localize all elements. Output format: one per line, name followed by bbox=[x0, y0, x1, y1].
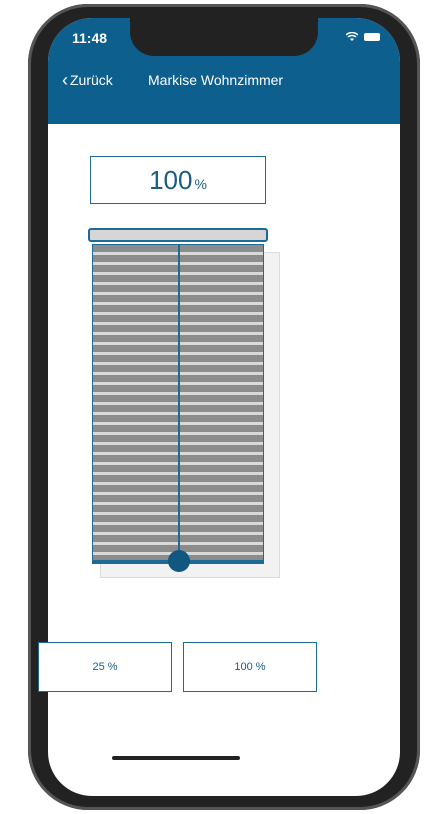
status-icons bbox=[346, 32, 380, 42]
chevron-left-icon: ‹ bbox=[62, 70, 68, 90]
preset-100-button[interactable]: 100 % bbox=[183, 642, 317, 692]
shade-rail bbox=[88, 228, 268, 242]
position-unit: % bbox=[194, 176, 207, 192]
shade-drag-handle[interactable] bbox=[168, 550, 190, 572]
battery-icon bbox=[364, 33, 380, 41]
position-value: 100 bbox=[149, 164, 193, 195]
preset-25-button[interactable]: 25 % bbox=[38, 642, 172, 692]
position-display: 100 % bbox=[90, 156, 266, 204]
shade-center-line bbox=[178, 245, 180, 563]
back-label: Zurück bbox=[70, 72, 113, 88]
awning-shade-visual[interactable] bbox=[92, 244, 264, 564]
navigation-header: 11:48 ‹ Zurück Markise Wohnzimmer bbox=[48, 18, 400, 124]
page-title: Markise Wohnzimmer bbox=[148, 72, 284, 88]
back-button[interactable]: ‹ Zurück bbox=[62, 70, 113, 90]
wifi-icon bbox=[346, 32, 358, 41]
status-time: 11:48 bbox=[72, 30, 108, 46]
notch bbox=[130, 18, 318, 56]
home-indicator[interactable] bbox=[112, 756, 240, 760]
